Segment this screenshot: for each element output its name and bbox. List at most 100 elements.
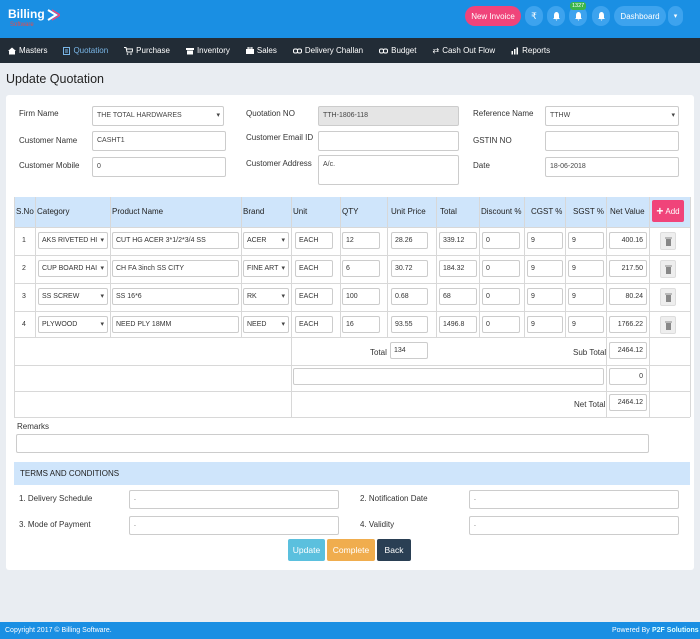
category-select[interactable]: AKS RIVETED HI <box>38 232 108 249</box>
complete-button[interactable]: Complete <box>327 539 375 561</box>
delete-row-trash-icon[interactable] <box>660 288 676 306</box>
cart-icon <box>124 46 134 55</box>
home-icon <box>8 47 16 54</box>
total-field[interactable]: 68 <box>439 288 477 305</box>
adjustment-value-field[interactable]: 0 <box>609 368 647 385</box>
cgst-field[interactable]: 9 <box>527 260 563 277</box>
sgst-field[interactable]: 9 <box>568 232 604 249</box>
dashboard-button[interactable]: Dashboard <box>614 6 666 26</box>
category-select[interactable]: CUP BOARD HAI <box>38 260 108 277</box>
brand-select[interactable]: NEED <box>243 316 289 333</box>
product-name-field[interactable]: CH FA 3inch SS CITY <box>112 260 239 277</box>
customer-name-field[interactable]: CASHT1 <box>92 131 226 151</box>
sgst-field[interactable]: 9 <box>568 260 604 277</box>
qty-field[interactable]: 16 <box>342 316 380 333</box>
nav-quotation[interactable]: Quotation <box>63 46 108 55</box>
nav-reports[interactable]: Reports <box>511 46 550 55</box>
net-value-field[interactable]: 80.24 <box>609 288 647 305</box>
net-value-field[interactable]: 1766.22 <box>609 316 647 333</box>
notification-date-field[interactable]: . <box>469 490 679 509</box>
total-field[interactable]: 1496.8 <box>439 316 477 333</box>
customer-address-label: Customer Address <box>246 159 312 168</box>
rupee-icon[interactable]: ₹ <box>525 6 543 26</box>
qty-field[interactable]: 12 <box>342 232 380 249</box>
net-value-field[interactable]: 400.16 <box>609 232 647 249</box>
quotation-no-label: Quotation NO <box>246 109 295 118</box>
adjustment-description-field[interactable] <box>293 368 604 385</box>
nav-purchase[interactable]: Purchase <box>124 46 170 55</box>
category-select[interactable]: SS SCREW <box>38 288 108 305</box>
discount-field[interactable]: 0 <box>482 260 520 277</box>
product-name-field[interactable]: CUT HG ACER 3*1/2*3/4 SS <box>112 232 239 249</box>
total-qty-field[interactable]: 134 <box>390 342 428 359</box>
discount-field[interactable]: 0 <box>482 288 520 305</box>
date-field[interactable]: 18-06-2018 <box>545 157 679 177</box>
net-total-field[interactable]: 2464.12 <box>609 394 647 411</box>
nav-budget[interactable]: Budget <box>379 46 416 55</box>
powered-by-brand[interactable]: P2F Solutions <box>652 627 699 634</box>
discount-field[interactable]: 0 <box>482 316 520 333</box>
cgst-field[interactable]: 9 <box>527 316 563 333</box>
user-menu-chevron-down-icon[interactable]: ▾ <box>668 6 683 26</box>
qty-field[interactable]: 100 <box>342 288 380 305</box>
bell-icon[interactable] <box>547 6 565 26</box>
nav-delivery-challan[interactable]: Delivery Challan <box>292 46 363 55</box>
unit-field[interactable]: EACH <box>295 316 333 333</box>
col-unit: Unit <box>293 207 308 216</box>
delivery-schedule-field[interactable]: . <box>129 490 339 509</box>
discount-field[interactable]: 0 <box>482 232 520 249</box>
customer-mobile-field[interactable]: 0 <box>92 157 226 177</box>
alert-bell-icon[interactable] <box>592 6 610 26</box>
unit-price-field[interactable]: 28.26 <box>391 232 428 249</box>
net-value-field[interactable]: 217.50 <box>609 260 647 277</box>
qty-field[interactable]: 6 <box>342 260 380 277</box>
customer-email-field[interactable] <box>318 131 459 151</box>
new-invoice-button[interactable]: New Invoice <box>465 6 521 26</box>
cgst-field[interactable]: 9 <box>527 288 563 305</box>
delete-row-trash-icon[interactable] <box>660 260 676 278</box>
unit-field[interactable]: EACH <box>295 288 333 305</box>
nav-inventory[interactable]: Inventory <box>185 46 230 55</box>
unit-field[interactable]: EACH <box>295 232 333 249</box>
unit-field[interactable]: EACH <box>295 260 333 277</box>
total-field[interactable]: 339.12 <box>439 232 477 249</box>
table-divider <box>524 197 525 337</box>
add-row-button[interactable]: + Add <box>652 200 684 222</box>
app-logo[interactable]: Billing Software <box>8 6 60 32</box>
unit-price-field[interactable]: 30.72 <box>391 260 428 277</box>
brand-select[interactable]: FINE ART <box>243 260 289 277</box>
unit-price-field[interactable]: 93.55 <box>391 316 428 333</box>
unit-price-field[interactable]: 0.68 <box>391 288 428 305</box>
product-name-field[interactable]: NEED PLY 18MM <box>112 316 239 333</box>
cgst-field[interactable]: 9 <box>527 232 563 249</box>
table-divider <box>241 197 242 337</box>
quotation-no-field[interactable]: TTH-1806-118 <box>318 106 459 126</box>
sgst-field[interactable]: 9 <box>568 288 604 305</box>
nav-sales[interactable]: Sales <box>245 46 277 55</box>
delete-row-trash-icon[interactable] <box>660 232 676 250</box>
col-discount: Discount % <box>481 207 522 216</box>
mode-of-payment-field[interactable]: . <box>129 516 339 535</box>
product-name-field[interactable]: SS 16*6 <box>112 288 239 305</box>
brand-select[interactable]: RK <box>243 288 289 305</box>
sub-total-field[interactable]: 2464.12 <box>609 342 647 359</box>
table-divider <box>14 283 690 284</box>
nav-cash-out-flow[interactable]: ⇄ Cash Out Flow <box>432 46 495 55</box>
total-field[interactable]: 184.32 <box>439 260 477 277</box>
nav-masters[interactable]: Masters <box>8 46 47 55</box>
delete-row-trash-icon[interactable] <box>660 316 676 334</box>
gstin-no-field[interactable] <box>545 131 679 151</box>
sgst-field[interactable]: 9 <box>568 316 604 333</box>
brand-select[interactable]: ACER <box>243 232 289 249</box>
firm-name-select[interactable]: THE TOTAL HARDWARES <box>92 106 224 126</box>
customer-address-field[interactable]: A/c. <box>318 155 459 185</box>
back-button[interactable]: Back <box>377 539 411 561</box>
remarks-field[interactable] <box>16 434 649 453</box>
update-button[interactable]: Update <box>288 539 325 561</box>
col-product-name: Product Name <box>112 207 164 216</box>
reference-name-select[interactable]: TTHW <box>545 106 679 126</box>
category-select[interactable]: PLYWOOD <box>38 316 108 333</box>
table-divider <box>387 197 388 337</box>
validity-field[interactable]: . <box>469 516 679 535</box>
notification-count-badge: 1327 <box>570 2 587 10</box>
